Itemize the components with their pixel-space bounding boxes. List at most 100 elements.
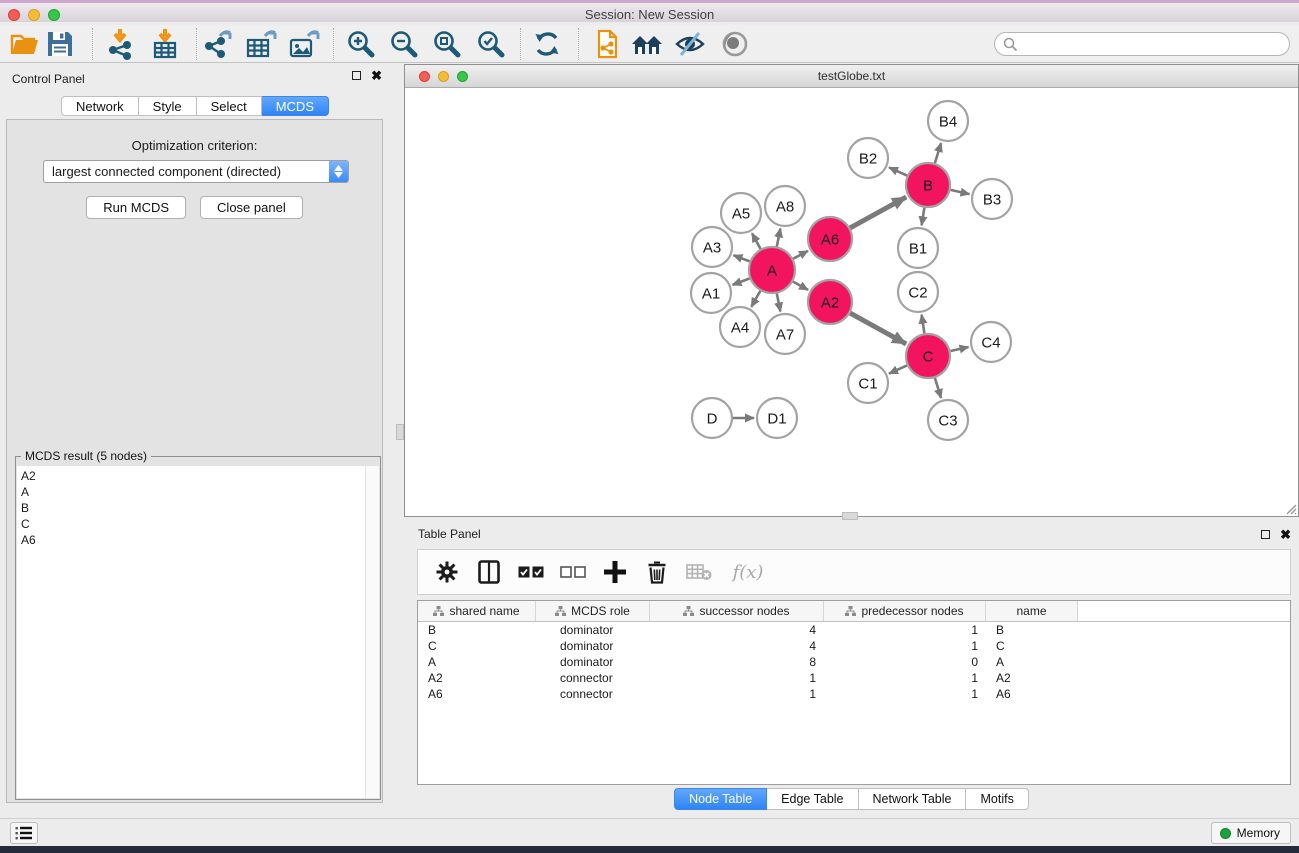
graph-edge-A-A6[interactable] xyxy=(793,251,808,259)
split-view-icon[interactable] xyxy=(476,559,502,585)
resize-grip-icon[interactable] xyxy=(1283,501,1297,515)
mcds-result-item[interactable]: A xyxy=(21,484,365,500)
graph-node-A6[interactable]: A6 xyxy=(808,217,852,261)
tab-edge-table[interactable]: Edge Table xyxy=(767,788,858,810)
graph-node-A3[interactable]: A3 xyxy=(692,227,732,267)
graph-edge-B-B1[interactable] xyxy=(922,208,925,226)
node-table[interactable]: shared name MCDS role successor nodes pr… xyxy=(417,600,1291,785)
mcds-result-item[interactable]: A2 xyxy=(21,468,365,484)
column-header-shared-name[interactable]: shared name xyxy=(418,601,536,621)
graph-edge-A-A5[interactable] xyxy=(752,233,761,249)
tab-style[interactable]: Style xyxy=(139,96,197,116)
graph-node-B[interactable]: B xyxy=(906,163,950,207)
graph-node-D1[interactable]: D1 xyxy=(757,398,797,438)
graph-edge-A-A7[interactable] xyxy=(777,294,781,312)
close-panel-icon[interactable]: ✖ xyxy=(371,70,382,81)
table-row[interactable]: A2connector11A2 xyxy=(418,670,1290,686)
table-settings-gear-icon[interactable] xyxy=(434,559,460,585)
graph-node-B2[interactable]: B2 xyxy=(848,138,888,178)
graph-node-C1[interactable]: C1 xyxy=(848,363,888,403)
export-network-icon[interactable] xyxy=(201,27,235,61)
delete-table-icon[interactable] xyxy=(686,559,712,585)
table-row[interactable]: A6connector11A6 xyxy=(418,686,1290,702)
run-mcds-button[interactable]: Run MCDS xyxy=(86,196,186,219)
column-header-predecessor-nodes[interactable]: predecessor nodes xyxy=(824,601,986,621)
mcds-result-list[interactable]: A2ABCA6 xyxy=(17,466,365,798)
table-row[interactable]: Adominator80A xyxy=(418,654,1290,670)
graph-node-C[interactable]: C xyxy=(906,334,950,378)
zoom-in-icon[interactable] xyxy=(344,27,378,61)
close-panel-button[interactable]: Close panel xyxy=(200,196,303,219)
save-session-icon[interactable] xyxy=(43,27,77,61)
unselect-all-columns-icon[interactable] xyxy=(560,559,586,585)
graph-node-A8[interactable]: A8 xyxy=(765,186,805,226)
graph-node-B3[interactable]: B3 xyxy=(972,179,1012,219)
graph-node-A4[interactable]: A4 xyxy=(720,307,760,347)
search-input[interactable] xyxy=(1022,35,1289,53)
graph-edge-A-A2[interactable] xyxy=(793,282,808,290)
table-row[interactable]: Bdominator41B xyxy=(418,622,1290,638)
zoom-selected-icon[interactable] xyxy=(474,27,508,61)
memory-button[interactable]: Memory xyxy=(1211,822,1291,844)
column-header-name[interactable]: name xyxy=(986,601,1078,621)
import-table-icon[interactable] xyxy=(148,27,182,61)
float-panel-icon[interactable] xyxy=(352,71,361,80)
delete-column-trash-icon[interactable] xyxy=(644,559,670,585)
search-field[interactable] xyxy=(994,32,1290,56)
graph-node-B4[interactable]: B4 xyxy=(928,101,968,141)
new-network-from-selection-icon[interactable] xyxy=(588,27,622,61)
tab-network-table[interactable]: Network Table xyxy=(859,788,967,810)
export-image-icon[interactable] xyxy=(287,27,321,61)
home-icon[interactable] xyxy=(630,27,664,61)
tab-motifs[interactable]: Motifs xyxy=(966,788,1028,810)
graph-node-A5[interactable]: A5 xyxy=(721,193,761,233)
graph-edge-C-C3[interactable] xyxy=(935,378,941,398)
export-table-icon[interactable] xyxy=(244,27,278,61)
graph-node-C4[interactable]: C4 xyxy=(971,322,1011,362)
tab-node-table[interactable]: Node Table xyxy=(674,788,767,810)
task-history-button[interactable] xyxy=(10,822,38,844)
tab-network[interactable]: Network xyxy=(61,96,139,116)
graph-node-C3[interactable]: C3 xyxy=(928,400,968,440)
graph-node-A2[interactable]: A2 xyxy=(808,280,852,324)
close-table-panel-icon[interactable]: ✖ xyxy=(1280,529,1291,540)
graph-node-D[interactable]: D xyxy=(692,398,732,438)
graph-edge-B-B2[interactable] xyxy=(889,167,907,175)
graph-node-A[interactable]: A xyxy=(749,247,795,293)
result-list-scrollbar[interactable] xyxy=(365,466,379,798)
split-handle-horizontal[interactable] xyxy=(842,512,858,520)
graph-edge-A-A8[interactable] xyxy=(777,229,781,247)
graph-edge-C-C1[interactable] xyxy=(889,365,907,373)
function-builder-icon[interactable]: f(x) xyxy=(728,559,768,585)
show-hidden-eye-icon[interactable] xyxy=(718,27,752,61)
graph-edge-A-A4[interactable] xyxy=(751,291,760,307)
open-session-icon[interactable] xyxy=(8,27,42,61)
mcds-result-item[interactable]: B xyxy=(21,500,365,516)
graph-edge-B-B4[interactable] xyxy=(935,143,941,163)
graph-node-C2[interactable]: C2 xyxy=(898,272,938,312)
hide-selected-eye-icon[interactable] xyxy=(673,27,707,61)
split-handle-vertical[interactable] xyxy=(396,424,404,440)
graph-node-A1[interactable]: A1 xyxy=(691,273,731,313)
column-header-successor-nodes[interactable]: successor nodes xyxy=(650,601,824,621)
mcds-result-item[interactable]: A6 xyxy=(21,532,365,548)
import-network-icon[interactable] xyxy=(103,27,137,61)
graph-edge-C-C2[interactable] xyxy=(922,315,925,334)
tab-select[interactable]: Select xyxy=(197,96,262,116)
zoom-fit-icon[interactable] xyxy=(430,27,464,61)
graph-edge-A2-C[interactable] xyxy=(850,313,906,344)
network-canvas[interactable]: A A1 A2 A3 A4 A5 A6 A7 A8 B B1 B2 B3B4 C C1 C2 C3C4 D D1 xyxy=(405,89,1298,516)
graph-node-A7[interactable]: A7 xyxy=(765,314,805,354)
select-all-columns-icon[interactable] xyxy=(518,559,544,585)
refresh-icon[interactable] xyxy=(530,27,564,61)
graph-node-B1[interactable]: B1 xyxy=(898,228,938,268)
table-row[interactable]: Cdominator41C xyxy=(418,638,1290,654)
tab-mcds[interactable]: MCDS xyxy=(262,96,329,116)
graph-edge-B-B3[interactable] xyxy=(951,190,970,194)
graph-edge-A-A3[interactable] xyxy=(734,255,750,261)
graph-edge-A-A1[interactable] xyxy=(733,279,750,285)
column-header-mcds-role[interactable]: MCDS role xyxy=(536,601,650,621)
float-table-panel-icon[interactable] xyxy=(1261,530,1270,539)
criterion-dropdown[interactable]: largest connected component (directed) xyxy=(43,160,349,183)
add-column-icon[interactable] xyxy=(602,559,628,585)
